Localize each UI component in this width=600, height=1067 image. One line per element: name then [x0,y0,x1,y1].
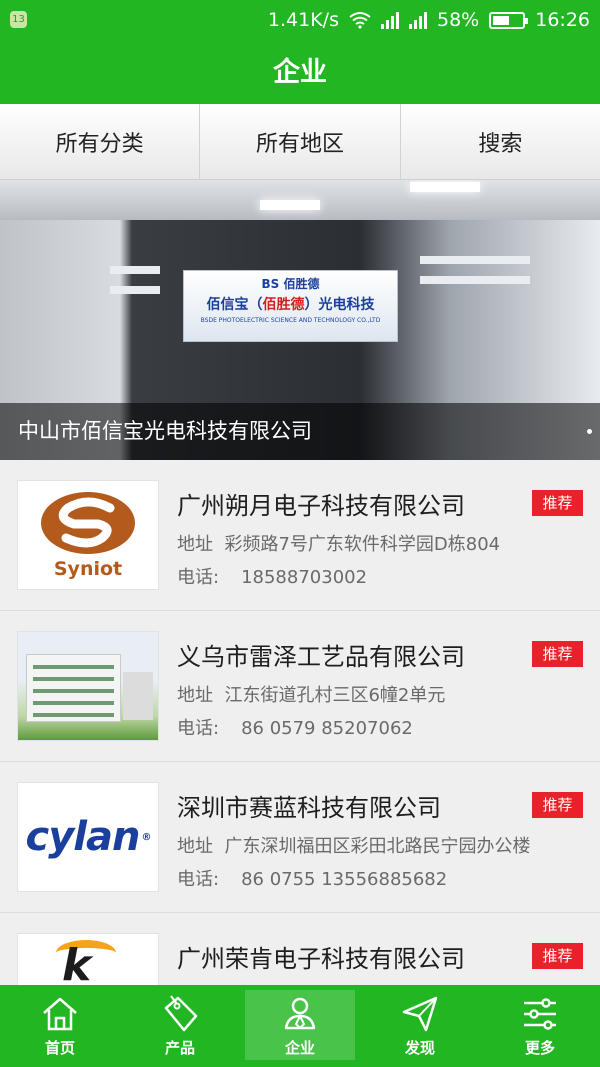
paper-plane-icon [402,996,438,1032]
nav-company[interactable]: 企业 [240,985,360,1067]
status-right: 1.41K/s 58% 16:26 [268,9,590,31]
clock: 16:26 [535,9,590,31]
nav-home[interactable]: 首页 [0,985,120,1067]
company-address: 地址 彩频路7号广东软件科学园D栋804 [177,534,501,555]
company-logo: k [17,933,159,985]
nav-products[interactable]: 产品 [120,985,240,1067]
company-name: 广州荣肯电子科技有限公司 [177,945,465,973]
nav-label: 企业 [284,1039,315,1057]
wifi-icon [349,12,371,29]
sign-chinese: 佰信宝（佰胜德）光电科技 [206,297,375,313]
battery-fill [493,15,510,25]
wall-stripe [110,286,160,294]
company-icon [284,997,316,1030]
company-phone: 电话: 86 0579 85207062 [177,718,413,739]
nav-label: 产品 [164,1039,195,1057]
list-item[interactable]: Syniot 广州朔月电子科技有限公司 推荐 地址 彩频路7号广东软件科学园D栋… [0,460,600,611]
wall-stripe [420,256,530,264]
k-logo: k [18,934,158,985]
tab-all-categories[interactable]: 所有分类 [0,104,201,179]
sign-logo: BS 佰胜德 [261,277,320,291]
banner-caption: 中山市佰信宝光电科技有限公司 [0,403,600,460]
company-phone: 电话: 18588703002 [177,567,368,588]
recommend-badge: 推荐 [532,641,583,667]
network-speed: 1.41K/s [267,9,339,31]
company-address: 地址 广东深圳福田区彩田北路民宁园办公楼 [177,836,531,857]
page-title: 企业 [273,57,327,88]
company-photo [17,631,159,741]
nav-label: 更多 [524,1039,555,1057]
signal-icon-2 [409,11,427,29]
list-item[interactable]: cylan ® 深圳市赛蓝科技有限公司 推荐 地址 广东深圳福田区彩田北路民宁园办… [0,762,600,913]
wall-stripe [110,266,160,274]
notification-icon: 13 [10,11,27,28]
company-list: Syniot 广州朔月电子科技有限公司 推荐 地址 彩频路7号广东软件科学园D栋… [0,460,600,985]
recommend-badge: 推荐 [532,943,583,969]
ceiling-light [410,182,480,192]
wall-stripe [420,276,530,284]
list-item[interactable]: k 广州荣肯电子科技有限公司 推荐 [0,913,600,985]
banner-carousel[interactable]: BS 佰胜德 佰信宝（佰胜德）光电科技 BSDE PHOTOELECTRIC S… [0,180,600,460]
company-name: 广州朔月电子科技有限公司 [177,492,465,520]
recommend-badge: 推荐 [532,490,583,516]
ceiling-light [260,200,320,210]
nav-more[interactable]: 更多 [480,985,600,1067]
building-image [123,672,153,720]
company-name: 义乌市雷泽工艺品有限公司 [177,643,465,671]
home-icon [43,997,77,1031]
tab-search[interactable]: 搜索 [401,104,600,179]
company-phone: 电话: 86 0755 13556885682 [177,869,448,890]
nav-label: 首页 [44,1039,75,1057]
filter-tabs: 所有分类 所有地区 搜索 [0,104,600,180]
nav-discover[interactable]: 发现 [360,985,480,1067]
signal-icon [381,11,399,29]
battery-icon [489,11,529,29]
top-bar: 13 1.41K/s 58% 16:26 企业 [0,0,600,104]
building-image [26,654,121,722]
cylan-logo: cylan ® [25,814,152,860]
nav-label: 发现 [404,1039,435,1057]
bottom-nav: 首页 产品 企业 发现 更多 [0,985,600,1067]
company-address: 地址 江东街道孔村三区6幢2单元 [177,685,446,706]
syniot-logo-mark [41,492,135,554]
list-item[interactable]: 义乌市雷泽工艺品有限公司 推荐 地址 江东街道孔村三区6幢2单元 电话: 86 0… [0,611,600,762]
status-bar: 13 1.41K/s 58% 16:26 [0,0,600,42]
recommend-badge: 推荐 [532,792,583,818]
battery-percent: 58% [437,9,480,31]
tab-all-regions[interactable]: 所有地区 [200,104,401,179]
carousel-indicator [587,429,592,434]
sliders-icon [524,998,556,1030]
syniot-logo-text: Syniot [53,558,123,580]
sign-english: BSDE PHOTOELECTRIC SCIENCE AND TECHNOLOG… [200,317,381,324]
company-logo: Syniot [17,480,159,590]
company-sign: BS 佰胜德 佰信宝（佰胜德）光电科技 BSDE PHOTOELECTRIC S… [183,270,398,342]
tag-icon [164,995,198,1032]
company-logo: cylan ® [17,782,159,892]
company-name: 深圳市赛蓝科技有限公司 [177,794,441,822]
